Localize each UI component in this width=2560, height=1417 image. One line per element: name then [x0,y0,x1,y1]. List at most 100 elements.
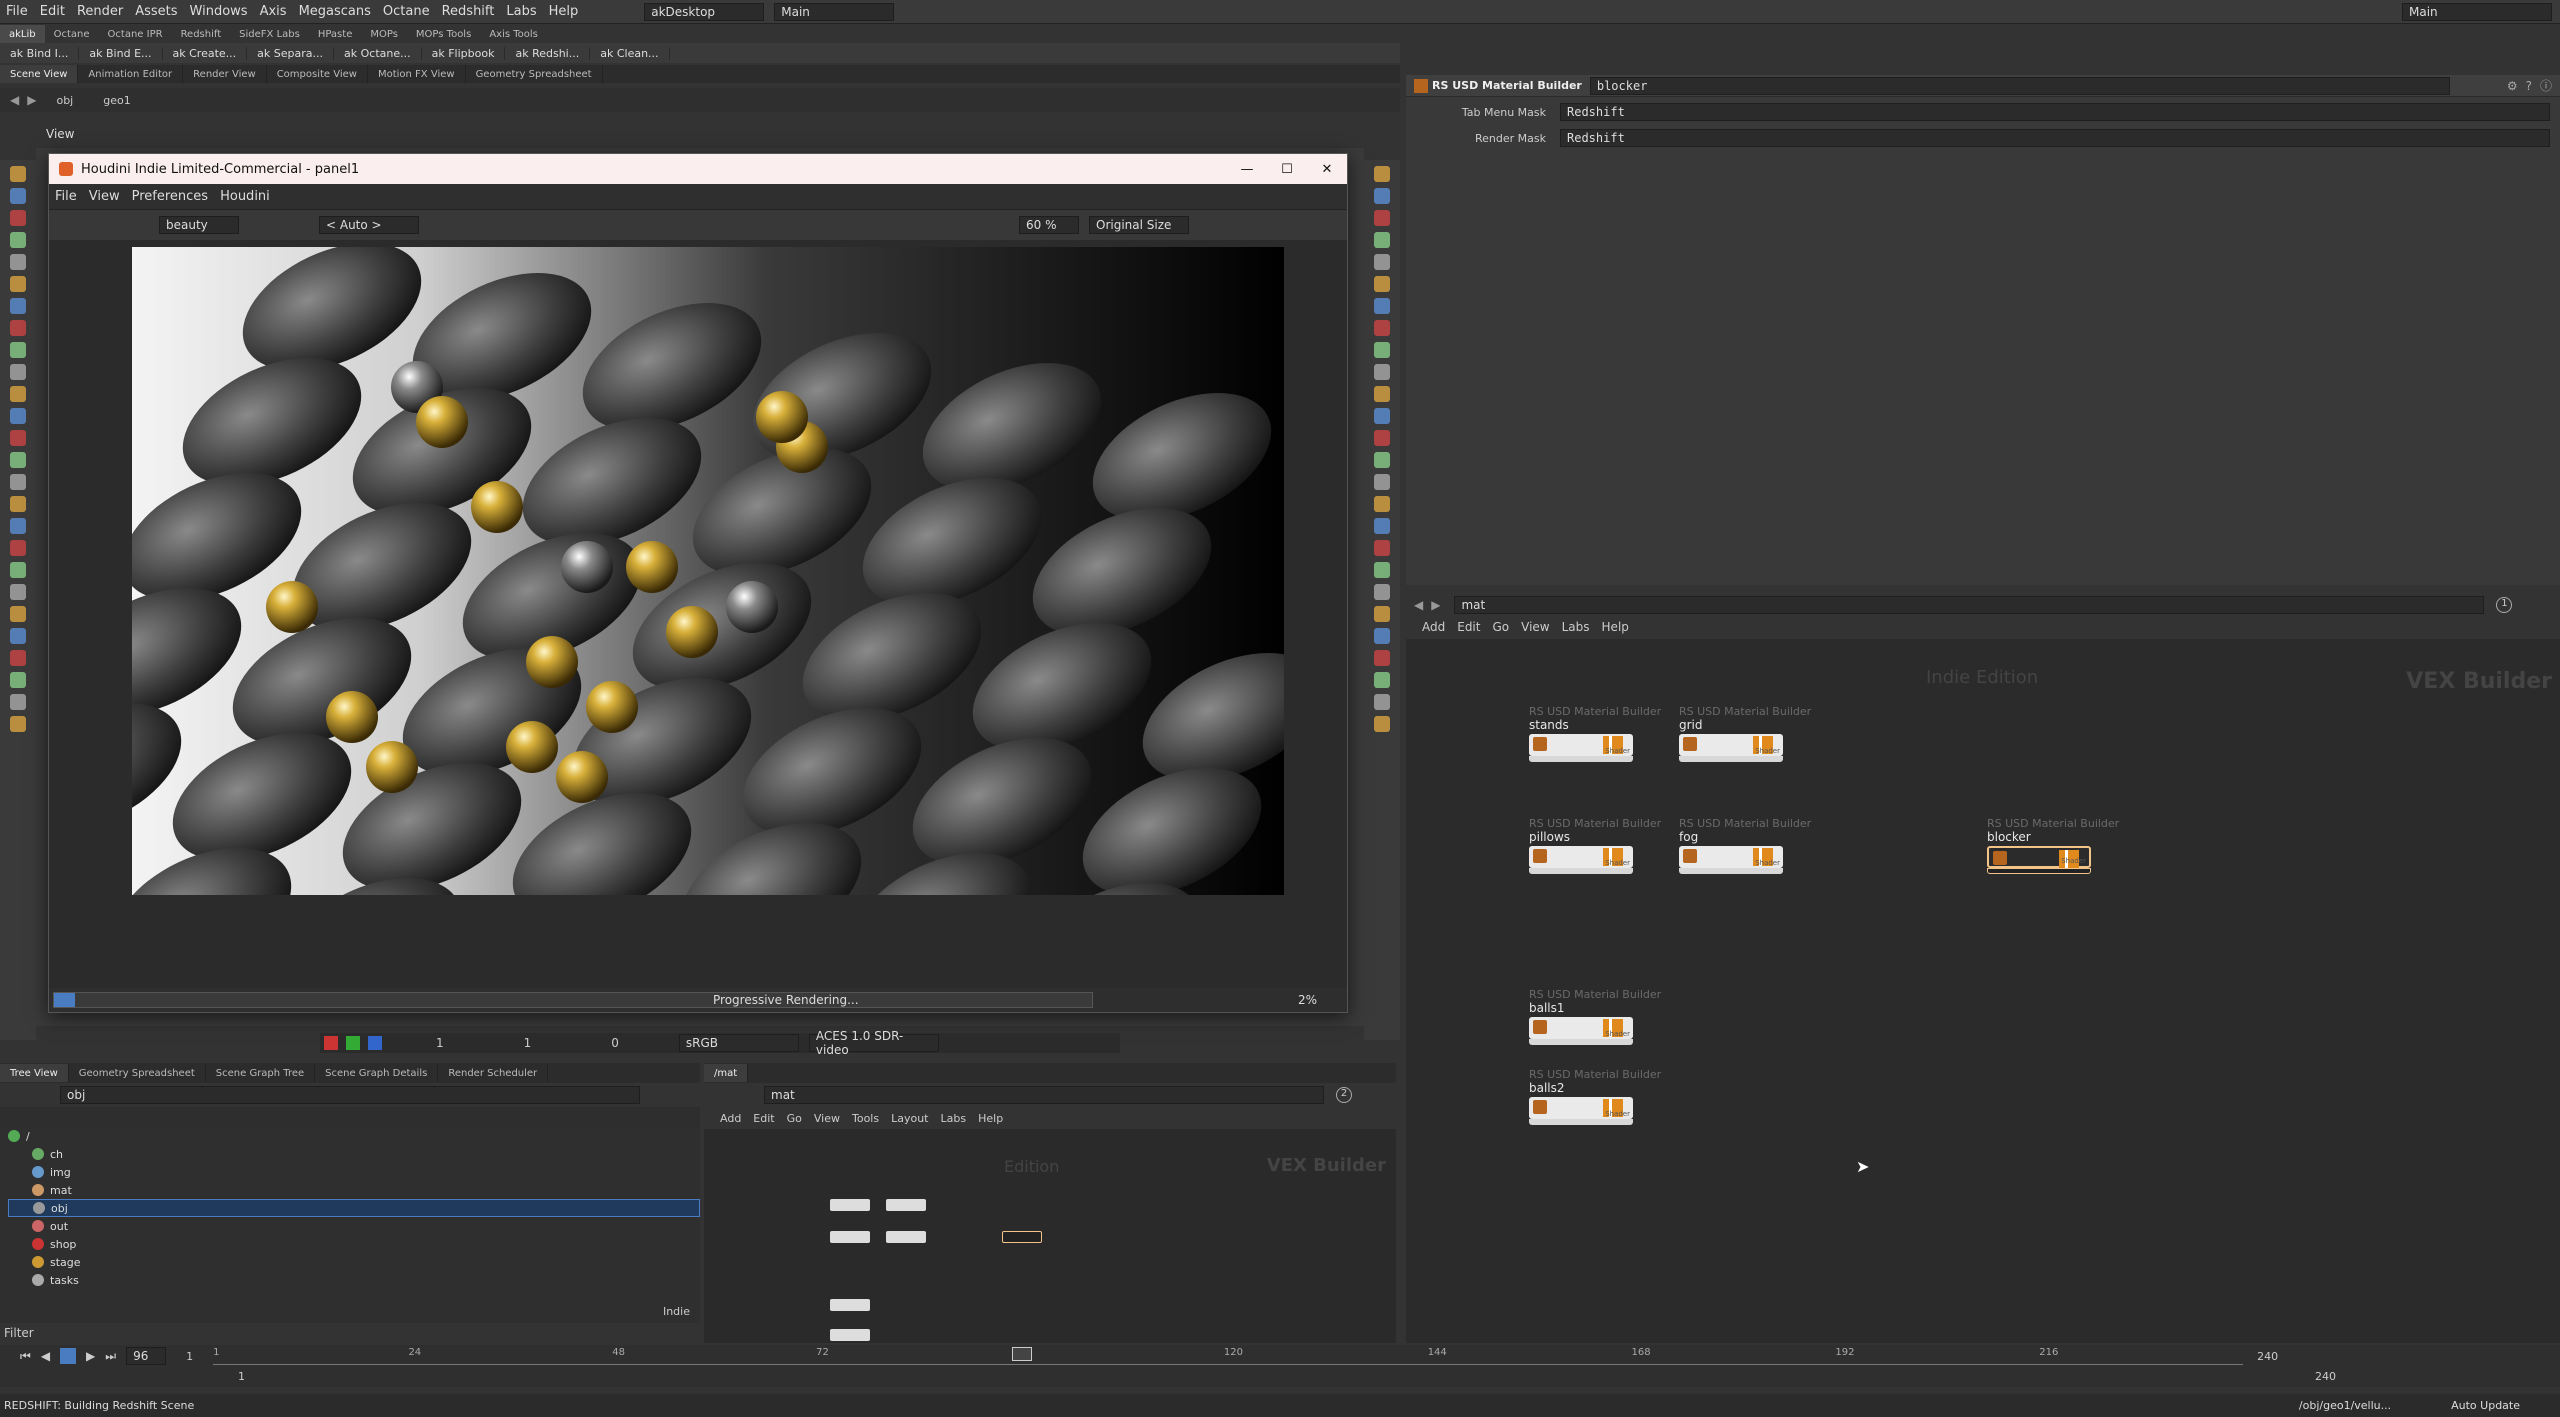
tool-icon[interactable] [1374,166,1390,182]
frame-b-field[interactable]: 1 [524,1036,532,1050]
tool-icon[interactable] [1374,474,1390,490]
net-menu-item[interactable]: Add [1416,620,1451,634]
tool-icon[interactable] [10,408,26,424]
tool-icon[interactable] [10,298,26,314]
stop-icon[interactable] [60,1348,77,1364]
menu-item-octane[interactable]: Octane [377,4,436,19]
shelf-tool[interactable]: ak Octane... [334,46,422,60]
tool-icon[interactable] [1374,430,1390,446]
shelf-tool[interactable]: ak Clean... [590,46,670,60]
tree-item[interactable]: out [8,1217,700,1235]
mini-net-menu-item[interactable]: Tools [846,1112,885,1125]
tool-icon[interactable] [10,452,26,468]
net-menu-item[interactable]: Edit [1451,620,1486,634]
red-channel-icon[interactable] [324,1036,338,1050]
shelf-tool[interactable]: ak Create... [163,46,248,60]
shelf-tab[interactable]: MOPs [361,25,407,43]
node-body[interactable]: Shader [1529,1097,1633,1119]
range-end-2[interactable]: 240 [2315,1370,2336,1383]
mini-net-tab[interactable]: /mat [704,1064,749,1082]
mini-net-menu-item[interactable]: Go [781,1112,808,1125]
frame-a-field[interactable]: 1 [436,1036,444,1050]
scene-tab[interactable]: Composite View [267,65,368,83]
shelf-tab[interactable]: Axis Tools [480,25,547,43]
tool-icon[interactable] [1374,364,1390,380]
main-dropdown[interactable]: Main [774,2,895,21]
window-title-bar[interactable]: Houdini Indie Limited-Commercial - panel… [49,154,1347,184]
range-start[interactable]: 1 [186,1350,193,1363]
menu-item-axis[interactable]: Axis [254,4,293,19]
tool-icon[interactable] [10,210,26,226]
zoom-field[interactable]: 60 % [1019,216,1079,234]
blue-channel-icon[interactable] [368,1036,382,1050]
tool-icon[interactable] [10,232,26,248]
tree-item[interactable]: shop [8,1235,700,1253]
green-channel-icon[interactable] [346,1036,360,1050]
tab-menu-mask-field[interactable]: Redshift [1560,103,2550,121]
tool-icon[interactable] [10,628,26,644]
tool-icon[interactable] [1374,408,1390,424]
mini-node[interactable] [830,1299,870,1311]
tree-root[interactable]: / [8,1127,700,1145]
tool-icon[interactable] [1374,298,1390,314]
status-path[interactable]: /obj/geo1/vellu... [2299,1399,2391,1412]
size-mode-dropdown[interactable]: Original Size [1089,216,1189,234]
tool-icon[interactable] [1374,584,1390,600]
shelf-tool[interactable]: ak Redshi... [505,46,591,60]
tree-item[interactable]: ch [8,1145,700,1163]
tree-tab[interactable]: Geometry Spreadsheet [69,1064,206,1082]
timeline-track[interactable]: 124487296120144168192216 [213,1347,2244,1365]
info-icon[interactable]: ⓘ [2540,77,2552,94]
tree-tab[interactable]: Scene Graph Details [315,1064,439,1082]
close-icon[interactable]: ✕ [1307,162,1347,177]
tool-icon[interactable] [1374,386,1390,402]
mini-net-menu-item[interactable]: Labs [935,1112,973,1125]
material-node-blocker[interactable]: RS USD Material Builder blocker Shader [1987,817,2119,874]
scene-tab[interactable]: Motion FX View [368,65,466,83]
tool-icon[interactable] [10,386,26,402]
shelf-tool[interactable]: ak Bind E... [79,46,163,60]
menu-item-edit[interactable]: Edit [34,4,71,19]
mini-node[interactable] [886,1199,926,1211]
tree-item[interactable]: mat [8,1181,700,1199]
path-node[interactable]: geo1 [103,94,130,107]
network-editor[interactable]: ◀ ▶ mat 1 Add Edit Go View Labs Help Indie Ed… [1406,595,2560,1343]
mini-node[interactable] [830,1199,870,1211]
current-frame-field[interactable]: 96 [126,1347,167,1365]
tree-tab[interactable]: Scene Graph Tree [206,1064,316,1082]
shelf-tab[interactable]: Octane [45,25,99,43]
mini-net-menu-item[interactable]: View [808,1112,846,1125]
tool-icon[interactable] [1374,606,1390,622]
node-body[interactable]: Shader [1529,846,1633,868]
net-menu-item[interactable]: Go [1486,620,1515,634]
material-node-fog[interactable]: RS USD Material Builder fog Shader [1679,817,1811,874]
menu-item-assets[interactable]: Assets [129,4,183,19]
node-body[interactable]: Shader [1529,1017,1633,1039]
tool-icon[interactable] [1374,254,1390,270]
material-node-balls1[interactable]: RS USD Material Builder balls1 Shader [1529,988,1661,1045]
reverse-play-icon[interactable]: ◀ [41,1349,50,1363]
mini-node[interactable] [830,1329,870,1341]
mini-net-menu-item[interactable]: Layout [885,1112,934,1125]
menu-item-file[interactable]: File [0,4,34,19]
tool-icon[interactable] [10,650,26,666]
frame-c-field[interactable]: 0 [611,1036,619,1050]
tool-icon[interactable] [1374,672,1390,688]
shelf-tool[interactable]: ak Separa... [247,46,335,60]
tool-icon[interactable] [10,430,26,446]
material-node-grid[interactable]: RS USD Material Builder grid Shader [1679,705,1811,762]
scene-tab[interactable]: Render View [183,65,267,83]
desktop-dropdown[interactable]: akDesktop [644,2,765,21]
menu-item-windows[interactable]: Windows [184,4,254,19]
tool-icon[interactable] [1374,342,1390,358]
tool-icon[interactable] [10,188,26,204]
last-frame-icon[interactable]: ⏭ [105,1349,116,1364]
tool-icon[interactable] [10,364,26,380]
node-body[interactable]: Shader [1679,734,1783,756]
mini-net-menu-item[interactable]: Help [972,1112,1009,1125]
play-icon[interactable]: ▶ [86,1349,95,1363]
tool-icon[interactable] [1374,496,1390,512]
tree-item[interactable]: img [8,1163,700,1181]
tree-path-field[interactable]: obj [60,1086,640,1104]
tool-icon[interactable] [1374,232,1390,248]
